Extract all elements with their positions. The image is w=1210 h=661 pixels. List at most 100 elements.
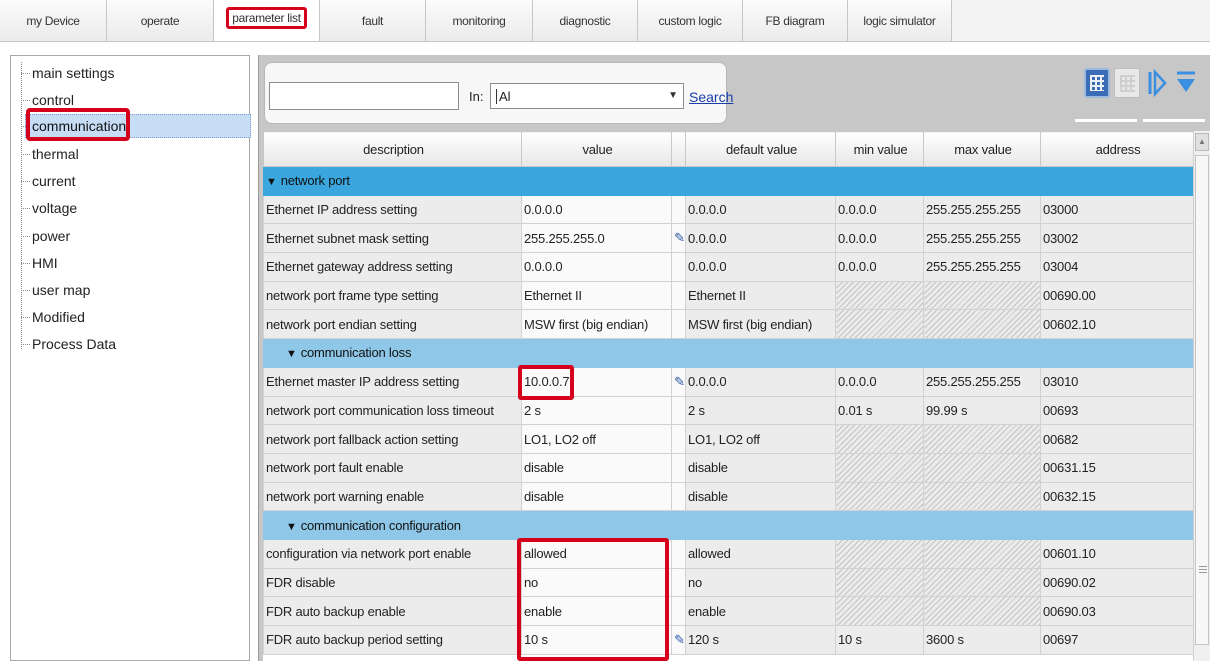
cell-edit (671, 452, 686, 483)
search-button[interactable]: Search (689, 89, 733, 105)
tab-operate[interactable]: operate (107, 0, 214, 41)
cell-value[interactable]: allowed (521, 538, 672, 569)
cell-value[interactable]: MSW first (big endian) (521, 309, 672, 340)
column-header-max-value[interactable]: max value (923, 131, 1041, 167)
table-scrollbar[interactable]: ▲ (1193, 131, 1210, 661)
cell-description: network port fallback action setting (263, 424, 522, 454)
cell-edit (671, 309, 686, 340)
cell-min-disabled (835, 309, 924, 340)
cell-min: 0.0.0.0 (835, 366, 924, 397)
cell-max-disabled (923, 567, 1041, 598)
tab-custom-logic[interactable]: custom logic (638, 0, 743, 41)
tab-monitoring[interactable]: monitoring (426, 0, 533, 41)
table-row[interactable]: FDR auto backup enable enable enable 006… (263, 596, 1193, 626)
cell-address: 00693 (1040, 395, 1193, 426)
collapse-triangle-icon[interactable]: ▼ (266, 176, 277, 188)
table-row[interactable]: Ethernet master IP address setting 10.0.… (263, 366, 1193, 397)
group-row-network-port[interactable]: ▼ network port (263, 166, 1193, 196)
tab-label: operate (140, 13, 180, 28)
table-row[interactable]: network port fallback action setting LO1… (263, 424, 1193, 454)
column-header-value[interactable]: value (521, 131, 672, 167)
cell-max: 255.255.255.255 (923, 194, 1041, 225)
tree-item-power[interactable]: power (11, 226, 249, 246)
cell-description: Ethernet IP address setting (263, 194, 522, 225)
cell-address: 00682 (1040, 424, 1193, 454)
cell-default: no (685, 567, 836, 598)
pencil-icon[interactable]: ✎ (671, 366, 686, 397)
scrollbar-thumb[interactable] (1195, 155, 1209, 645)
table-row[interactable]: Ethernet IP address setting 0.0.0.0 0.0.… (263, 194, 1193, 225)
table-row[interactable]: network port frame type setting Ethernet… (263, 280, 1193, 311)
tree-item-process-data[interactable]: Process Data (11, 334, 249, 354)
cell-value[interactable]: 255.255.255.0 (521, 223, 672, 254)
collapse-triangle-icon[interactable]: ▼ (286, 521, 297, 533)
tree-item-main-settings[interactable]: main settings (11, 63, 249, 83)
column-header-description[interactable]: description (263, 131, 522, 167)
tree-guide (21, 208, 30, 209)
cell-address: 03010 (1040, 366, 1193, 397)
cell-value[interactable]: 0.0.0.0 (521, 252, 672, 282)
cell-value[interactable]: enable (521, 596, 672, 626)
tree-item-voltage[interactable]: voltage (11, 198, 249, 218)
group-label: ▼ communication configuration (263, 510, 1193, 540)
tree-item-modified[interactable]: Modified (11, 307, 249, 327)
expand-all-icon[interactable] (1146, 68, 1168, 98)
tab-fault[interactable]: fault (320, 0, 426, 41)
cell-description: network port warning enable (263, 481, 522, 512)
column-header-min-value[interactable]: min value (835, 131, 924, 167)
cell-address: 00601.10 (1040, 538, 1193, 569)
collapse-all-icon[interactable] (1174, 68, 1198, 98)
tree-item-thermal[interactable]: thermal (11, 144, 249, 164)
table-row[interactable]: network port fault enable disable disabl… (263, 452, 1193, 483)
tree-item-hmi[interactable]: HMI (11, 253, 249, 273)
tree-item-user-map[interactable]: user map (11, 280, 249, 300)
scroll-up-icon[interactable]: ▲ (1195, 133, 1209, 151)
group-row-communication-configuration[interactable]: ▼ communication configuration (263, 510, 1193, 540)
tab-logic-simulator[interactable]: logic simulator (848, 0, 952, 41)
column-header-address[interactable]: address (1040, 131, 1193, 167)
table-row[interactable]: FDR disable no no 00690.02 (263, 567, 1193, 598)
cell-value[interactable]: 0.0.0.0 (521, 194, 672, 225)
table-row[interactable]: network port communication loss timeout … (263, 395, 1193, 426)
grid-view-icon[interactable] (1114, 68, 1140, 98)
cell-max-disabled (923, 280, 1041, 311)
cell-edit (671, 567, 686, 598)
table-row[interactable]: network port warning enable disable disa… (263, 481, 1193, 512)
tab-parameter-list[interactable]: parameter list (214, 0, 320, 41)
cell-value[interactable]: disable (521, 452, 672, 483)
tab-fb-diagram[interactable]: FB diagram (743, 0, 848, 41)
group-label: ▼ network port (263, 166, 1193, 196)
collapse-triangle-icon[interactable]: ▼ (286, 348, 297, 360)
cell-description: FDR auto backup enable (263, 596, 522, 626)
group-row-communication-loss[interactable]: ▼ communication loss (263, 338, 1193, 368)
cell-default: 0.0.0.0 (685, 194, 836, 225)
tree-item-label: HMI (32, 255, 58, 271)
search-input[interactable] (269, 82, 459, 110)
cell-edit (671, 596, 686, 626)
cell-value[interactable]: LO1, LO2 off (521, 424, 672, 454)
tree-item-control[interactable]: control (11, 90, 249, 110)
table-row[interactable]: Ethernet gateway address setting 0.0.0.0… (263, 252, 1193, 282)
tree-item-current[interactable]: current (11, 171, 249, 191)
cell-value[interactable]: 10.0.0.7 (521, 366, 672, 397)
search-scope-select[interactable]: Al ▼ (490, 83, 684, 109)
cell-value[interactable]: Ethernet II (521, 280, 672, 311)
cell-address: 00690.03 (1040, 596, 1193, 626)
table-row[interactable]: Ethernet subnet mask setting 255.255.255… (263, 223, 1193, 254)
table-row[interactable]: network port endian setting MSW first (b… (263, 309, 1193, 340)
cell-max: 255.255.255.255 (923, 223, 1041, 254)
cell-min-disabled (835, 596, 924, 626)
tab-diagnostic[interactable]: diagnostic (533, 0, 638, 41)
table-row[interactable]: FDR auto backup period setting 10 s ✎ 12… (263, 625, 1193, 655)
table-row[interactable]: configuration via network port enable al… (263, 538, 1193, 569)
table-view-icon[interactable] (1084, 68, 1110, 98)
column-header-default-value[interactable]: default value (685, 131, 836, 167)
pencil-icon[interactable]: ✎ (671, 223, 686, 254)
cell-value[interactable]: no (521, 567, 672, 598)
cell-value[interactable]: 10 s (521, 625, 672, 655)
tab-my-device[interactable]: my Device (0, 0, 107, 41)
cell-value[interactable]: 2 s (521, 395, 672, 426)
pencil-icon[interactable]: ✎ (671, 625, 686, 655)
cell-max-disabled (923, 538, 1041, 569)
cell-value[interactable]: disable (521, 481, 672, 512)
